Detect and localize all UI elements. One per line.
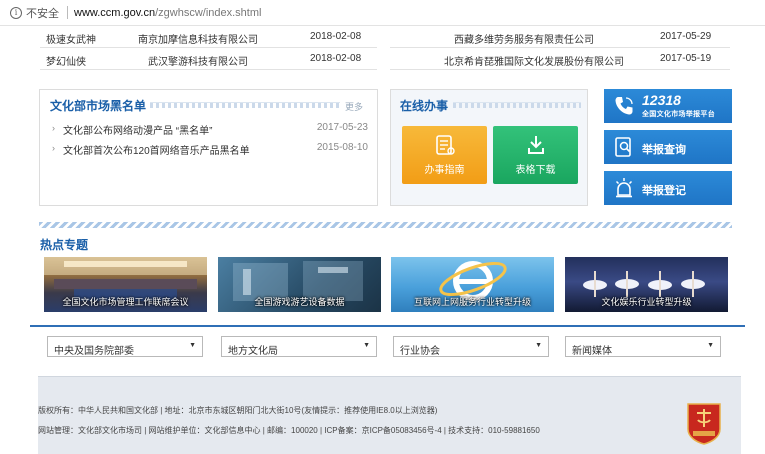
caret-down-icon: ▼: [189, 342, 196, 349]
company-name: 武汉擎游科技有限公司: [148, 57, 248, 68]
download-icon: [527, 136, 544, 154]
product-list-right: 西藏多维劳务服务有限责任公司 2017-05-29 北京希肯琵雅国际文化发展股份…: [390, 26, 730, 70]
company-name: 南京加摩信息科技有限公司: [138, 35, 258, 46]
blacklist-panel: 文化部市场黑名单 更多 › 文化部公布网络动漫产品 “黑名单” 2017-05-…: [39, 89, 378, 206]
report-query-label: 举报查询: [642, 144, 686, 156]
document-icon: [435, 135, 455, 155]
phone-icon: [615, 97, 633, 115]
select-value: 行业协会: [400, 346, 440, 357]
select-value: 地方文化局: [228, 346, 278, 357]
product-name[interactable]: 梦幻仙侠: [46, 53, 86, 68]
topic-caption: 全国游戏游艺设备数据: [254, 297, 345, 307]
topic-banner[interactable]: 互联网上网服务行业转型升级: [391, 257, 554, 312]
form-download-button[interactable]: 表格下载: [493, 126, 578, 184]
topic-banner[interactable]: 全国文化市场管理工作联席会议: [44, 257, 207, 312]
product-name[interactable]: 极速女武神: [46, 31, 96, 46]
address-bar[interactable]: i 不安全 www.ccm.gov.cn/zgwhscw/index.shtml: [0, 0, 765, 26]
decorative-wave: [453, 102, 581, 108]
hotline-subtitle: 全国文化市场举报平台: [642, 111, 715, 118]
date: 2017-05-29: [660, 31, 712, 42]
industry-association-select[interactable]: 行业协会 ▼: [393, 336, 549, 357]
date: 2018-02-08: [310, 53, 362, 64]
footer: 版权所有：中华人民共和国文化部 | 地址：北京市东城区朝阳门北大街10号(友情提…: [38, 376, 741, 454]
news-title[interactable]: 文化部首次公布120首网络音乐产品黑名单: [63, 142, 250, 157]
news-title[interactable]: 文化部公布网络动漫产品 “黑名单”: [63, 122, 212, 137]
topic-caption: 文化娱乐行业转型升级: [601, 297, 692, 307]
news-date: 2015-08-10: [316, 142, 368, 153]
online-title: 在线办事: [400, 99, 449, 113]
caret-down-icon: ▼: [707, 342, 714, 349]
list-item[interactable]: › 文化部公布网络动漫产品 “黑名单” 2017-05-23: [52, 122, 368, 138]
product-list-left: 极速女武神 南京加摩信息科技有限公司 2018-02-08 梦幻仙侠 武汉擎游科…: [40, 26, 377, 70]
chevron-right-icon: ›: [52, 143, 55, 153]
url-host: www.ccm.gov.cn: [74, 6, 156, 19]
list-item[interactable]: › 文化部首次公布120首网络音乐产品黑名单 2015-08-10: [52, 142, 368, 158]
footer-management: 网站管理：文化部文化市场司 | 网站维护单位：文化部信息中心 | 邮编：1000…: [38, 426, 540, 435]
footer-copyright: 版权所有：中华人民共和国文化部 | 地址：北京市东城区朝阳门北大街10号(友情提…: [38, 406, 438, 415]
hotline-button[interactable]: 12318 全国文化市场举报平台: [604, 89, 732, 123]
ministry-links-select[interactable]: 中央及国务院部委 ▼: [47, 336, 203, 357]
search-document-icon: [615, 137, 631, 157]
caret-down-icon: ▼: [363, 342, 370, 349]
online-service-panel: 在线办事 办事指南 表格下载: [390, 89, 588, 206]
local-culture-bureau-select[interactable]: 地方文化局 ▼: [221, 336, 377, 357]
topic-caption: 互联网上网服务行业转型升级: [413, 297, 531, 307]
more-link[interactable]: 更多: [345, 100, 363, 113]
report-query-button[interactable]: 举报查询: [604, 130, 732, 164]
news-date: 2017-05-23: [316, 122, 368, 133]
chevron-right-icon: ›: [52, 123, 55, 133]
select-value: 中央及国务院部委: [54, 346, 134, 357]
security-label: 不安全: [26, 7, 59, 20]
report-register-button[interactable]: 举报登记: [604, 171, 732, 205]
table-row: 梦幻仙侠 武汉擎游科技有限公司 2018-02-08: [40, 48, 377, 70]
select-value: 新闻媒体: [572, 346, 612, 357]
decorative-wave: [150, 102, 340, 108]
date: 2018-02-08: [310, 31, 362, 42]
section-divider: [39, 222, 732, 228]
topic-banner[interactable]: 全国游戏游艺设备数据: [218, 257, 381, 312]
info-icon[interactable]: i: [10, 6, 22, 19]
caret-down-icon: ▼: [535, 342, 542, 349]
hot-topics-title: 热点专题: [40, 238, 89, 252]
government-site-badge-icon[interactable]: [685, 401, 723, 445]
service-guide-button[interactable]: 办事指南: [402, 126, 487, 184]
table-row: 北京希肯琵雅国际文化发展股份有限公司 2017-05-19: [390, 48, 730, 70]
topic-banner[interactable]: 文化娱乐行业转型升级: [565, 257, 728, 312]
report-register-label: 举报登记: [642, 185, 686, 197]
company-name[interactable]: 北京希肯琵雅国际文化发展股份有限公司: [444, 53, 624, 68]
section-divider: [30, 325, 745, 327]
date: 2017-05-19: [660, 53, 712, 64]
divider: [67, 6, 68, 19]
url-path: /zgwhscw/index.shtml: [155, 6, 262, 19]
form-download-label: 表格下载: [515, 165, 556, 176]
table-row: 西藏多维劳务服务有限责任公司 2017-05-29: [390, 26, 730, 48]
hotline-number: 12318: [642, 92, 681, 108]
company-name[interactable]: 西藏多维劳务服务有限责任公司: [454, 31, 594, 46]
blacklist-title: 文化部市场黑名单: [50, 99, 147, 113]
alarm-icon: [615, 178, 633, 198]
topic-caption: 全国文化市场管理工作联席会议: [62, 297, 189, 307]
service-guide-label: 办事指南: [424, 165, 465, 176]
table-row: 极速女武神 南京加摩信息科技有限公司 2018-02-08: [40, 26, 377, 48]
news-media-select[interactable]: 新闻媒体 ▼: [565, 336, 721, 357]
